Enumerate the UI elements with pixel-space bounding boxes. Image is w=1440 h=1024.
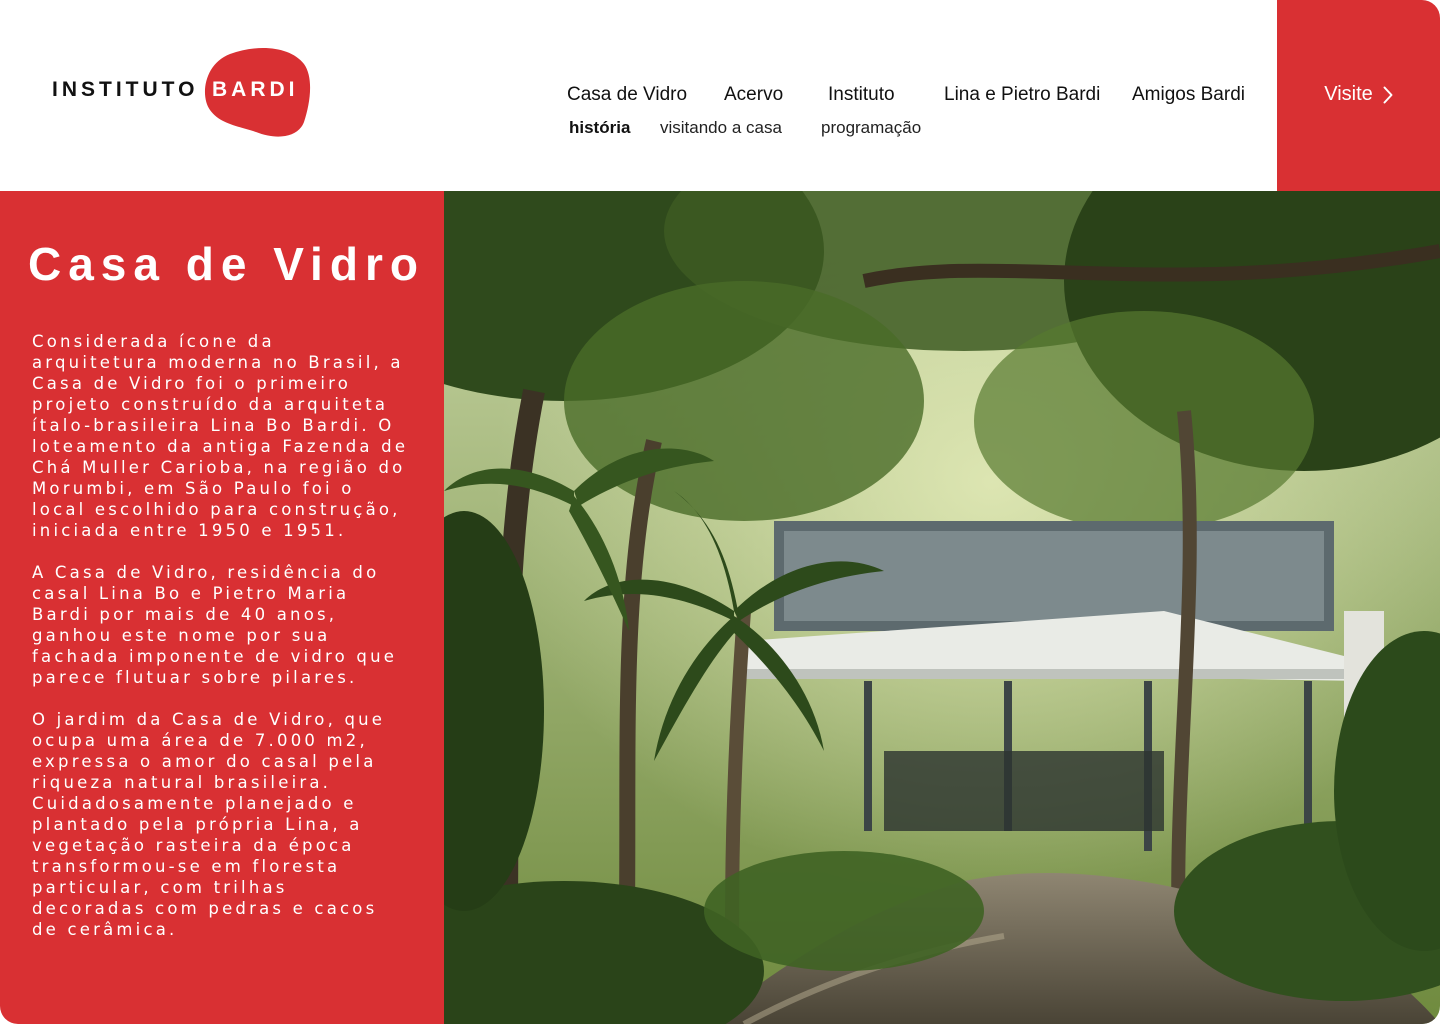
intro-panel: Casa de Vidro Considerada ícone da arqui… <box>0 191 444 1024</box>
site-header: INSTITUTO BARDI Casa de Vidro Acervo Ins… <box>0 0 1440 191</box>
paragraph: Considerada ícone da arquitetura moderna… <box>32 332 409 540</box>
logo-text-bardi: BARDI <box>212 78 299 101</box>
paragraph: A Casa de Vidro, residência do casal Lin… <box>32 563 398 687</box>
page: INSTITUTO BARDI Casa de Vidro Acervo Ins… <box>0 0 1440 1024</box>
nav-lina-e-pietro-bardi[interactable]: Lina e Pietro Bardi <box>944 84 1100 106</box>
nav-acervo[interactable]: Acervo <box>724 84 783 106</box>
nav-amigos-bardi[interactable]: Amigos Bardi <box>1132 84 1245 106</box>
visit-label: Visite <box>1324 83 1373 105</box>
paragraph: O jardim da Casa de Vidro, que ocupa uma… <box>32 710 386 939</box>
visit-button[interactable]: Visite <box>1277 0 1440 191</box>
subnav-programacao[interactable]: programação <box>821 118 921 138</box>
chevron-right-icon <box>1383 86 1393 103</box>
logo[interactable]: INSTITUTO BARDI <box>52 46 312 140</box>
casa-de-vidro-photo <box>444 191 1440 1024</box>
intro-text: Considerada ícone da arquitetura moderna… <box>32 331 410 961</box>
logo-text-instituto: INSTITUTO <box>52 78 199 101</box>
subnav-historia[interactable]: história <box>569 118 630 138</box>
nav-instituto[interactable]: Instituto <box>828 84 895 106</box>
page-title: Casa de Vidro <box>28 238 425 290</box>
nav-casa-de-vidro[interactable]: Casa de Vidro <box>567 84 687 106</box>
subnav-visitando-a-casa[interactable]: visitando a casa <box>660 118 782 138</box>
